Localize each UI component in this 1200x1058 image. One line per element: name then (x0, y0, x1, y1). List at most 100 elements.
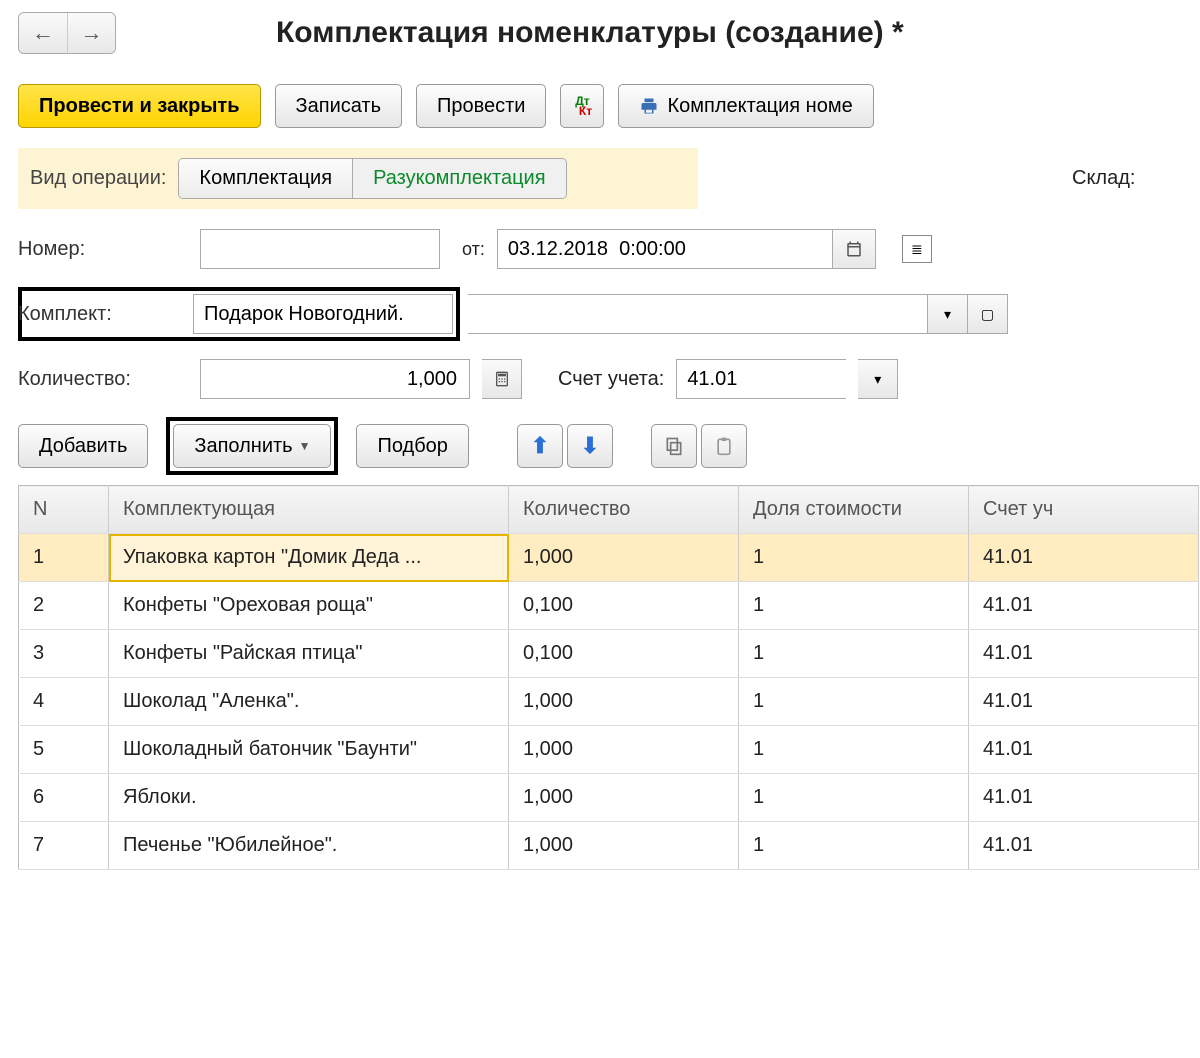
set-input-visible[interactable] (193, 294, 453, 334)
cell-item[interactable]: Конфеты "Райская птица" (109, 630, 509, 678)
table-row[interactable]: 5Шоколадный батончик "Баунти"1,000141.01 (19, 726, 1199, 774)
dtkt-icon: ДтКт (573, 96, 592, 116)
copy-icon (664, 436, 684, 456)
dtkt-button[interactable]: ДтКт (560, 84, 604, 128)
cell-share[interactable]: 1 (739, 726, 969, 774)
print-label: Комплектация номе (667, 95, 852, 118)
main-toolbar: Провести и закрыть Записать Провести ДтК… (18, 84, 1200, 128)
move-down-button[interactable]: ⬇ (567, 424, 613, 468)
fill-label: Заполнить (194, 435, 292, 458)
cell-n[interactable]: 6 (19, 774, 109, 822)
cell-acct[interactable]: 41.01 (969, 630, 1199, 678)
cell-acct[interactable]: 41.01 (969, 822, 1199, 870)
paste-icon (714, 436, 734, 456)
paste-button[interactable] (701, 424, 747, 468)
cell-qty[interactable]: 0,100 (509, 582, 739, 630)
back-button[interactable]: ← (19, 13, 67, 53)
quantity-input[interactable] (200, 359, 470, 399)
table-row[interactable]: 2Конфеты "Ореховая роща"0,100141.01 (19, 582, 1199, 630)
post-button[interactable]: Провести (416, 84, 546, 128)
set-label-highlight: Комплект: (18, 287, 460, 341)
cell-item[interactable]: Шоколад "Аленка". (109, 678, 509, 726)
table-toolbar: Добавить Заполнить ▼ Подбор ⬆ ⬇ (18, 417, 1200, 475)
cell-n[interactable]: 1 (19, 534, 109, 582)
operation-type-toggle: Комплектация Разукомплектация (178, 158, 566, 199)
cell-n[interactable]: 7 (19, 822, 109, 870)
table-row[interactable]: 6Яблоки.1,000141.01 (19, 774, 1199, 822)
print-button[interactable]: Комплектация номе (618, 84, 873, 128)
calculator-button[interactable] (482, 359, 522, 399)
set-dropdown-button[interactable]: ▾ (928, 294, 968, 334)
col-header-qty[interactable]: Количество (509, 486, 739, 534)
chevron-down-icon: ▼ (299, 439, 311, 453)
arrow-up-icon: ⬆ (531, 433, 549, 459)
post-and-close-button[interactable]: Провести и закрыть (18, 84, 261, 128)
calendar-icon (845, 240, 863, 258)
cell-n[interactable]: 5 (19, 726, 109, 774)
number-label: Номер: (18, 238, 188, 261)
page-title: Комплектация номенклатуры (создание) * (276, 16, 904, 50)
cell-share[interactable]: 1 (739, 678, 969, 726)
account-dropdown-button[interactable]: ▾ (858, 359, 898, 399)
set-input-extended[interactable] (468, 294, 928, 334)
fill-button[interactable]: Заполнить ▼ (173, 424, 331, 468)
cell-acct[interactable]: 41.01 (969, 678, 1199, 726)
cell-qty[interactable]: 1,000 (509, 726, 739, 774)
account-label: Счет учета: (558, 368, 664, 391)
copy-button[interactable] (651, 424, 697, 468)
cell-acct[interactable]: 41.01 (969, 774, 1199, 822)
cell-share[interactable]: 1 (739, 822, 969, 870)
cell-item[interactable]: Шоколадный батончик "Баунти" (109, 726, 509, 774)
warehouse-area: Склад: (1072, 148, 1135, 208)
list-icon-button[interactable]: ≣ (902, 235, 932, 263)
cell-qty[interactable]: 1,000 (509, 774, 739, 822)
select-button[interactable]: Подбор (356, 424, 468, 468)
account-input[interactable] (676, 359, 846, 399)
col-header-acct[interactable]: Счет уч (969, 486, 1199, 534)
cell-item[interactable]: Печенье "Юбилейное". (109, 822, 509, 870)
cell-share[interactable]: 1 (739, 534, 969, 582)
date-label: от: (462, 239, 485, 260)
operation-decomplect-button[interactable]: Разукомплектация (352, 159, 565, 198)
cell-item[interactable]: Конфеты "Ореховая роща" (109, 582, 509, 630)
col-header-item[interactable]: Комплектующая (109, 486, 509, 534)
operation-complect-button[interactable]: Комплектация (179, 159, 352, 198)
cell-acct[interactable]: 41.01 (969, 534, 1199, 582)
cell-share[interactable]: 1 (739, 774, 969, 822)
operation-type-row: Вид операции: Комплектация Разукомплекта… (18, 148, 698, 209)
forward-button[interactable]: → (67, 13, 115, 53)
cell-qty[interactable]: 1,000 (509, 678, 739, 726)
date-input[interactable] (497, 229, 832, 269)
cell-item[interactable]: Яблоки. (109, 774, 509, 822)
cell-qty[interactable]: 1,000 (509, 534, 739, 582)
cell-share[interactable]: 1 (739, 582, 969, 630)
nav-buttons: ← → (18, 12, 116, 54)
col-header-n[interactable]: N (19, 486, 109, 534)
table-row[interactable]: 7Печенье "Юбилейное".1,000141.01 (19, 822, 1199, 870)
calendar-button[interactable] (832, 229, 876, 269)
cell-n[interactable]: 2 (19, 582, 109, 630)
cell-n[interactable]: 3 (19, 630, 109, 678)
set-open-button[interactable]: ▢ (968, 294, 1008, 334)
cell-qty[interactable]: 1,000 (509, 822, 739, 870)
cell-item[interactable]: Упаковка картон "Домик Деда ... (109, 534, 509, 582)
table-row[interactable]: 1Упаковка картон "Домик Деда ...1,000141… (19, 534, 1199, 582)
save-button[interactable]: Записать (275, 84, 402, 128)
move-up-button[interactable]: ⬆ (517, 424, 563, 468)
chevron-down-icon: ▾ (874, 371, 881, 388)
col-header-share[interactable]: Доля стоимости (739, 486, 969, 534)
number-input[interactable] (200, 229, 440, 269)
table-row[interactable]: 4Шоколад "Аленка".1,000141.01 (19, 678, 1199, 726)
chevron-down-icon: ▾ (944, 306, 951, 323)
set-label: Комплект: (18, 303, 188, 326)
add-row-button[interactable]: Добавить (18, 424, 148, 468)
cell-acct[interactable]: 41.01 (969, 726, 1199, 774)
table-row[interactable]: 3Конфеты "Райская птица"0,100141.01 (19, 630, 1199, 678)
cell-acct[interactable]: 41.01 (969, 582, 1199, 630)
components-table: N Комплектующая Количество Доля стоимост… (18, 485, 1199, 870)
cell-share[interactable]: 1 (739, 630, 969, 678)
open-icon: ▢ (981, 306, 994, 323)
cell-qty[interactable]: 0,100 (509, 630, 739, 678)
cell-n[interactable]: 4 (19, 678, 109, 726)
printer-icon (639, 97, 659, 115)
